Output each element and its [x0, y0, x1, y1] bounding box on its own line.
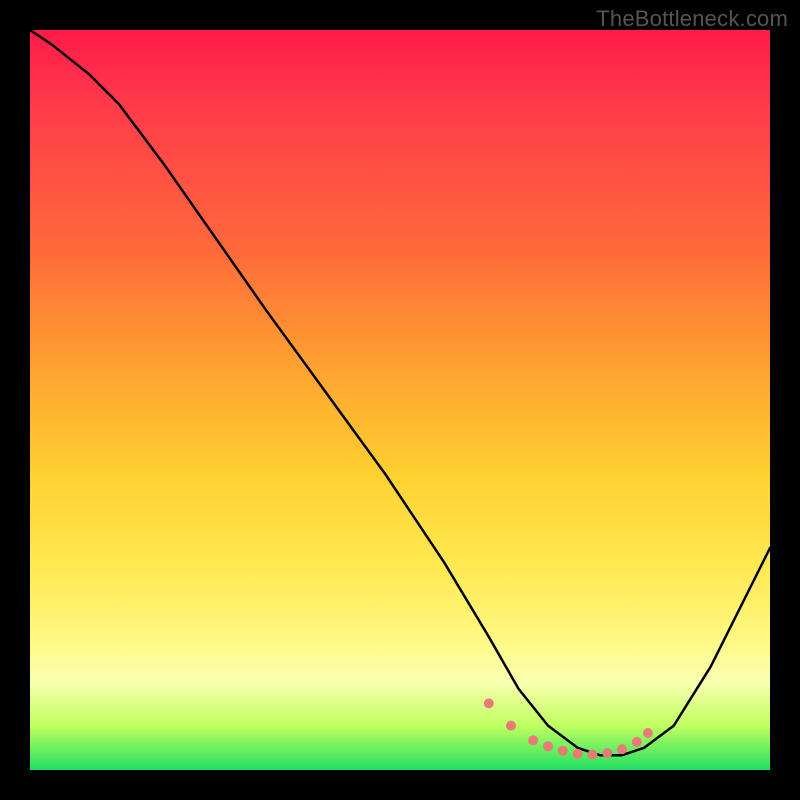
trough-marker — [528, 735, 538, 745]
chart-plot-area — [30, 30, 770, 770]
trough-marker-group — [484, 698, 653, 759]
bottleneck-curve — [30, 30, 770, 755]
trough-marker — [632, 737, 642, 747]
trough-marker — [587, 750, 597, 760]
trough-marker — [602, 748, 612, 758]
trough-marker — [558, 746, 568, 756]
trough-marker — [506, 721, 516, 731]
trough-marker — [617, 744, 627, 754]
trough-marker — [543, 741, 553, 751]
trough-marker — [573, 749, 583, 759]
trough-marker — [643, 728, 653, 738]
trough-marker — [484, 698, 494, 708]
watermark-text: TheBottleneck.com — [596, 6, 788, 32]
chart-svg — [30, 30, 770, 770]
